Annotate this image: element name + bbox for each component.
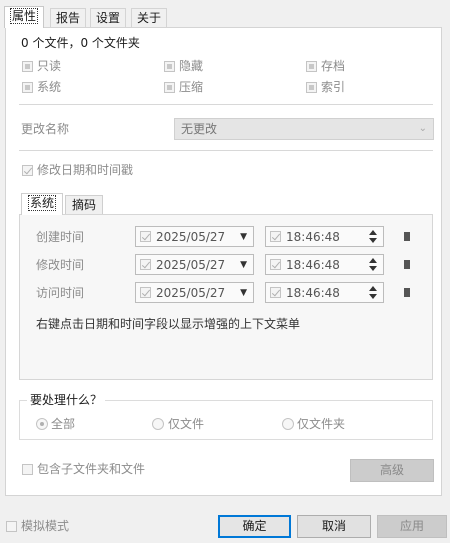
spin-icon[interactable] xyxy=(369,284,378,301)
modified-time-checkbox[interactable] xyxy=(270,259,281,270)
created-date-picker[interactable]: 2025/05/27 ▼ xyxy=(135,226,254,247)
process-folders-only-radio[interactable] xyxy=(282,418,294,430)
modified-date-value: 2025/05/27 xyxy=(156,258,226,272)
modified-time-value: 18:46:48 xyxy=(286,258,340,272)
archive-checkbox[interactable] xyxy=(306,61,317,72)
apply-button[interactable]: 应用 xyxy=(377,515,447,538)
index-checkbox[interactable] xyxy=(306,82,317,93)
created-time-value: 18:46:48 xyxy=(286,230,340,244)
tab-exif[interactable]: 摘码 xyxy=(65,195,104,214)
created-time-picker[interactable]: 18:46:48 xyxy=(265,226,384,247)
tab-system-times-label: 系统 xyxy=(28,195,57,211)
spin-icon[interactable] xyxy=(369,256,378,273)
readonly-label: 只读 xyxy=(37,59,62,73)
accessed-date-picker[interactable]: 2025/05/27 ▼ xyxy=(135,282,254,303)
accessed-date-value: 2025/05/27 xyxy=(156,286,226,300)
modified-time-menu-button[interactable] xyxy=(404,260,410,269)
tab-report-label: 报告 xyxy=(56,11,81,25)
cancel-button[interactable]: 取消 xyxy=(297,515,371,538)
tab-about[interactable]: 关于 xyxy=(131,8,168,27)
accessed-time-picker[interactable]: 18:46:48 xyxy=(265,282,384,303)
tab-properties-label: 属性 xyxy=(10,8,39,24)
dropdown-arrow-icon: ▼ xyxy=(240,260,247,270)
process-group-title: 要处理什么？ xyxy=(27,393,106,407)
rename-label: 更改名称 xyxy=(21,122,70,136)
divider xyxy=(19,150,433,151)
tab-properties[interactable]: 属性 xyxy=(4,6,45,28)
simulate-mode-checkbox[interactable] xyxy=(6,521,17,532)
modified-date-checkbox[interactable] xyxy=(140,259,151,270)
include-subfolders-checkbox[interactable] xyxy=(22,464,33,475)
dropdown-arrow-icon: ▼ xyxy=(240,288,247,298)
process-folders-only-label: 仅文件夹 xyxy=(297,417,346,431)
divider xyxy=(19,104,433,105)
process-all-label: 全部 xyxy=(51,417,76,431)
accessed-date-checkbox[interactable] xyxy=(140,287,151,298)
system-label: 系统 xyxy=(37,80,62,94)
created-time-label: 创建时间 xyxy=(36,230,85,244)
created-date-value: 2025/05/27 xyxy=(156,230,226,244)
tab-about-label: 关于 xyxy=(137,11,162,25)
chevron-down-icon: ⌄ xyxy=(418,123,427,134)
accessed-time-label: 访问时间 xyxy=(36,286,85,300)
readonly-checkbox[interactable] xyxy=(22,61,33,72)
compressed-checkbox[interactable] xyxy=(164,82,175,93)
created-time-menu-button[interactable] xyxy=(404,232,410,241)
selection-summary: 0 个文件，0 个文件夹 xyxy=(21,36,140,50)
process-all-radio[interactable] xyxy=(36,418,48,430)
accessed-time-menu-button[interactable] xyxy=(404,288,410,297)
modify-datetime-label: 修改日期和时间戳 xyxy=(37,163,134,177)
archive-label: 存档 xyxy=(321,59,346,73)
accessed-time-checkbox[interactable] xyxy=(270,287,281,298)
tab-report[interactable]: 报告 xyxy=(50,8,87,27)
ok-button[interactable]: 确定 xyxy=(218,515,291,538)
include-subfolders-label: 包含子文件夹和文件 xyxy=(37,462,146,476)
tab-system-times[interactable]: 系统 xyxy=(21,193,64,215)
rename-select-value: 无更改 xyxy=(181,122,218,136)
system-checkbox[interactable] xyxy=(22,82,33,93)
index-label: 索引 xyxy=(321,80,346,94)
dropdown-arrow-icon: ▼ xyxy=(240,232,247,242)
tab-exif-label: 摘码 xyxy=(72,198,97,212)
modified-date-picker[interactable]: 2025/05/27 ▼ xyxy=(135,254,254,275)
process-files-only-label: 仅文件 xyxy=(168,417,205,431)
modified-time-picker[interactable]: 18:46:48 xyxy=(265,254,384,275)
advanced-button[interactable]: 高级 xyxy=(350,459,434,482)
modify-datetime-checkbox[interactable] xyxy=(22,165,33,176)
rename-select[interactable]: 无更改 ⌄ xyxy=(174,118,434,140)
spin-icon[interactable] xyxy=(369,228,378,245)
created-time-checkbox[interactable] xyxy=(270,231,281,242)
process-files-only-radio[interactable] xyxy=(152,418,164,430)
accessed-time-value: 18:46:48 xyxy=(286,286,340,300)
tab-settings-label: 设置 xyxy=(96,11,121,25)
compressed-label: 压缩 xyxy=(179,80,204,94)
hidden-checkbox[interactable] xyxy=(164,61,175,72)
modified-time-label: 修改时间 xyxy=(36,258,85,272)
context-menu-hint: 右键点击日期和时间字段以显示增强的上下文菜单 xyxy=(36,317,301,331)
simulate-mode-label: 模拟模式 xyxy=(21,519,70,533)
created-date-checkbox[interactable] xyxy=(140,231,151,242)
tab-settings[interactable]: 设置 xyxy=(90,8,127,27)
hidden-label: 隐藏 xyxy=(179,59,204,73)
